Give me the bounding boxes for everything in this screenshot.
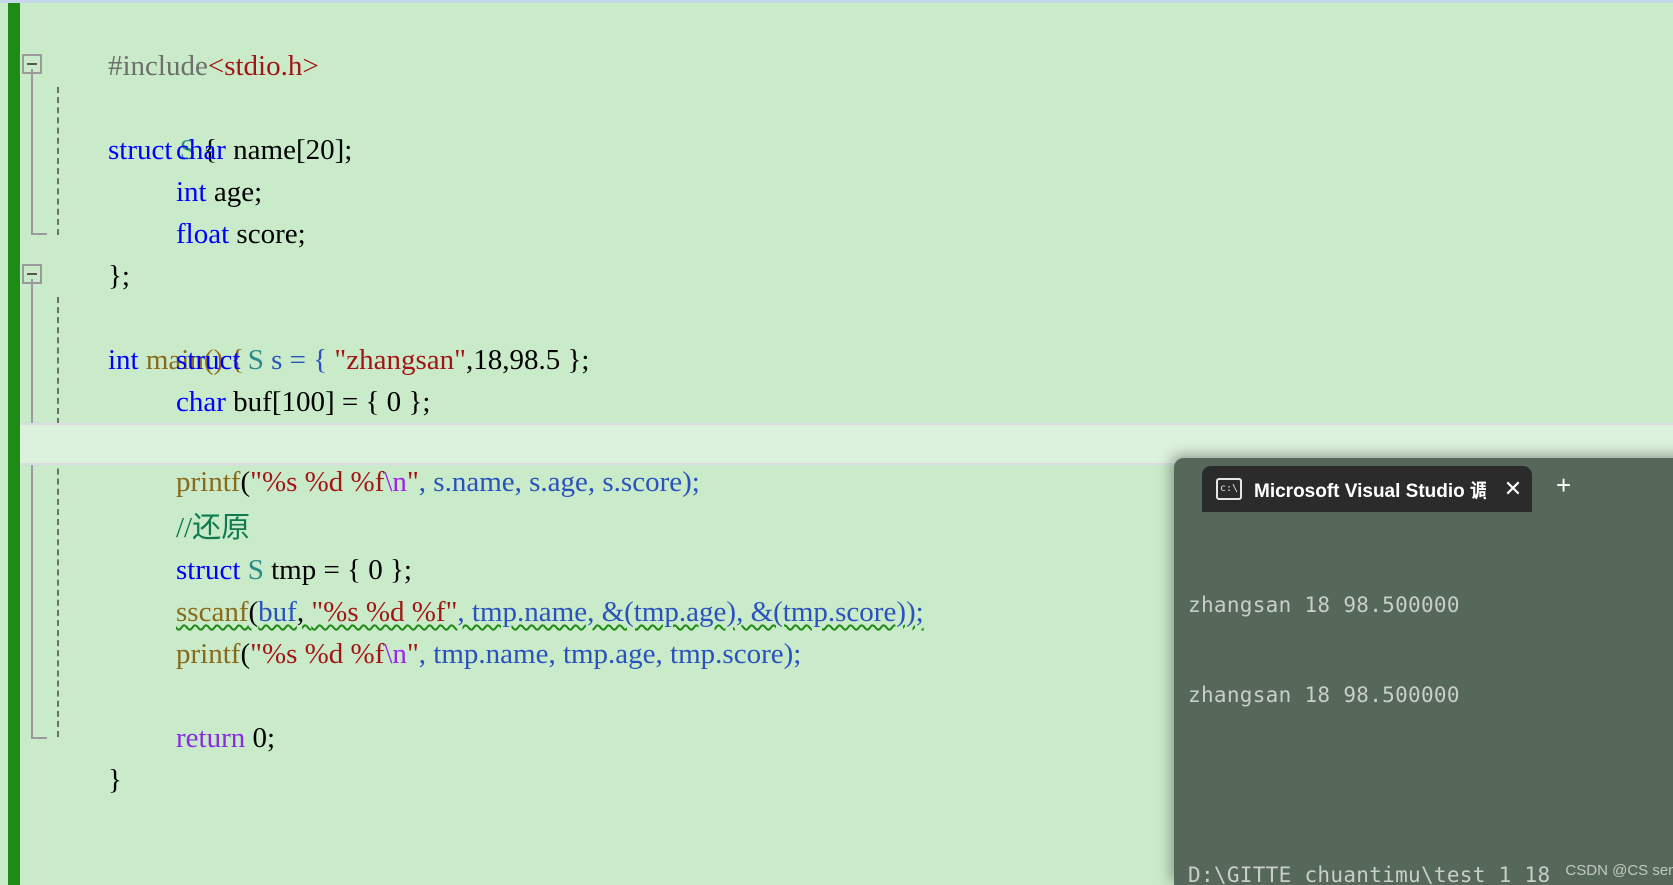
- code-line-9[interactable]: char buf[100] = { 0 };: [20, 339, 1673, 418]
- screen-root: #include<stdio.h> struct S { char name[2…: [0, 0, 1673, 885]
- console-output: zhangsan 18 98.500000 zhangsan 18 98.500…: [1174, 512, 1673, 885]
- close-icon[interactable]: ✕: [1500, 476, 1526, 502]
- console-output-blank: [1188, 770, 1673, 800]
- code-line-4[interactable]: int age;: [20, 129, 1673, 208]
- console-tab[interactable]: Microsoft Visual Studio 调试控 ✕: [1202, 466, 1532, 512]
- change-tracking-bar: [8, 3, 20, 885]
- console-tab-title: Microsoft Visual Studio 调试控: [1254, 480, 1486, 502]
- console-output-line: zhangsan 18 98.500000: [1188, 593, 1460, 617]
- token-main-close-brace: }: [108, 764, 122, 796]
- code-line-10[interactable]: sprintf(buf, "%s %d %f", s.name, s.age, …: [20, 381, 1673, 460]
- console-window[interactable]: Microsoft Visual Studio 调试控 ✕ + zhangsan…: [1174, 458, 1673, 885]
- code-line-5[interactable]: float score;: [20, 171, 1673, 250]
- watermark: CSDN @CS semi: [1565, 862, 1673, 879]
- code-line-3[interactable]: char name[20];: [20, 87, 1673, 166]
- code-line-7[interactable]: int main() {: [20, 255, 1673, 376]
- console-icon: [1216, 478, 1242, 500]
- code-line-8[interactable]: struct S s = { "zhangsan",18,98.5 };: [20, 297, 1673, 376]
- code-line-2[interactable]: struct S {: [20, 45, 1673, 166]
- code-line-6[interactable]: };: [20, 213, 1673, 292]
- new-tab-icon[interactable]: +: [1556, 462, 1571, 512]
- console-titlebar[interactable]: Microsoft Visual Studio 调试控 ✕ +: [1174, 458, 1673, 512]
- console-output-line: zhangsan 18 98.500000: [1188, 683, 1460, 707]
- code-line-1[interactable]: #include<stdio.h>: [20, 3, 1673, 82]
